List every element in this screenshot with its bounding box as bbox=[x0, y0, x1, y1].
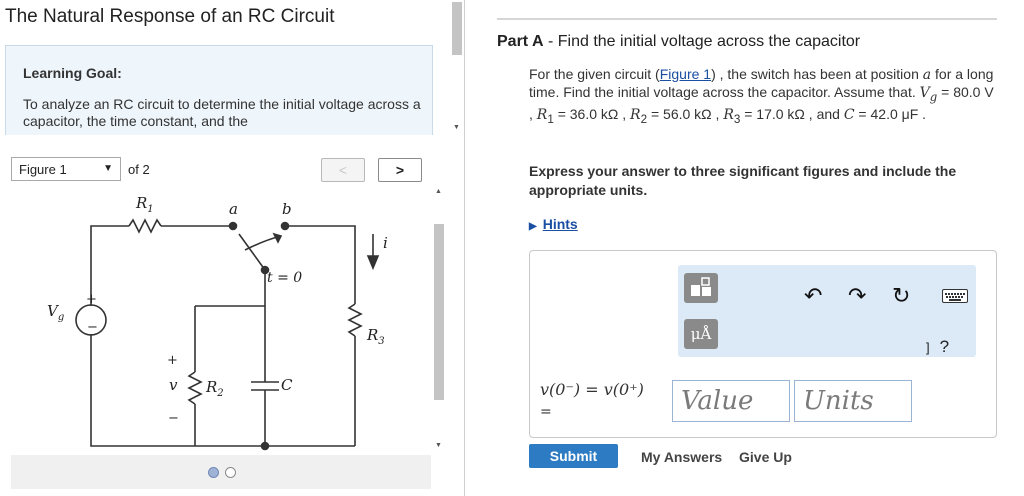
switch-terminal-a bbox=[228, 221, 238, 231]
scroll-up-icon[interactable]: ▲ bbox=[435, 188, 442, 195]
template-button[interactable] bbox=[684, 273, 718, 303]
label-v-plus: + bbox=[167, 353, 178, 368]
label-vg: Vg bbox=[47, 302, 64, 323]
label-vg-plus: + bbox=[86, 292, 97, 307]
answer-equation-label: v(0⁻) = v(0⁺) = bbox=[540, 380, 644, 420]
caret-down-icon: ▼ bbox=[103, 163, 113, 174]
label-c: C bbox=[281, 376, 293, 394]
label-r1: R1 bbox=[135, 194, 154, 215]
label-r3: R3 bbox=[366, 326, 385, 347]
give-up-button[interactable]: Give Up bbox=[739, 449, 792, 465]
section-divider bbox=[497, 18, 997, 20]
figure-pager bbox=[11, 455, 431, 489]
bracket-label: ] bbox=[926, 340, 930, 355]
next-figure-button[interactable]: > bbox=[378, 158, 422, 182]
current-arrow-icon bbox=[366, 255, 380, 271]
learning-goal-title: Learning Goal: bbox=[23, 65, 122, 81]
template-icon bbox=[691, 277, 711, 296]
page-dot-1[interactable] bbox=[208, 467, 219, 478]
hints-toggle[interactable]: ▶ Hints bbox=[529, 216, 578, 232]
undo-icon[interactable]: ↶ bbox=[804, 283, 822, 309]
node-dot bbox=[260, 441, 270, 451]
figure-count: of 2 bbox=[128, 162, 150, 177]
scroll-thumb[interactable] bbox=[434, 224, 444, 400]
help-icon[interactable]: ? bbox=[940, 337, 949, 356]
learning-goal-scrollbar[interactable]: ▼ bbox=[450, 0, 464, 136]
resistor-r3-zigzag bbox=[347, 303, 363, 337]
submit-button[interactable]: Submit bbox=[529, 444, 618, 468]
label-v-minus: − bbox=[168, 411, 179, 426]
label-vg-minus: − bbox=[87, 320, 98, 335]
figure-viewport: R1 a b t = 0 i Vg R3 v R2 C + − + − bbox=[11, 184, 431, 454]
toolbar-extra: ]? bbox=[926, 337, 949, 357]
figure-toolbar: Figure 1 ▼ of 2 < > bbox=[11, 157, 425, 183]
redo-icon[interactable]: ↷ bbox=[848, 283, 866, 309]
answer-instructions: Express your answer to three significant… bbox=[529, 163, 957, 198]
previous-figure-button[interactable]: < bbox=[321, 158, 365, 182]
learning-goal-box: Learning Goal: To analyze an RC circuit … bbox=[5, 45, 433, 135]
resistor-r2-zigzag bbox=[187, 371, 203, 405]
problem-statement: For the given circuit (Figure 1) , the s… bbox=[529, 66, 994, 126]
label-v: v bbox=[169, 376, 178, 394]
label-t0: t = 0 bbox=[267, 270, 302, 286]
answer-box: μÅ ↶ ↷ ↻ ]? v(0⁻) = v(0⁺) = bbox=[529, 250, 997, 438]
scroll-down-icon[interactable]: ▼ bbox=[453, 124, 460, 131]
figure-select-value: Figure 1 bbox=[19, 162, 67, 177]
switch-arm bbox=[238, 233, 266, 271]
label-i: i bbox=[383, 234, 388, 252]
triangle-right-icon: ▶ bbox=[529, 221, 537, 232]
rc-circuit-diagram: R1 a b t = 0 i Vg R3 v R2 C + − + − bbox=[47, 194, 388, 451]
scroll-thumb[interactable] bbox=[452, 2, 462, 55]
page-dot-2[interactable] bbox=[225, 467, 236, 478]
figure-scrollbar[interactable]: ▲ ▼ bbox=[432, 184, 446, 454]
learning-goal-text: To analyze an RC circuit to determine th… bbox=[23, 96, 421, 129]
page-title: The Natural Response of an RC Circuit bbox=[5, 6, 335, 27]
keyboard-icon[interactable] bbox=[942, 289, 968, 303]
label-a: a bbox=[229, 200, 238, 218]
my-answers-button[interactable]: My Answers bbox=[641, 449, 722, 465]
value-input[interactable] bbox=[672, 380, 790, 422]
figure-select[interactable]: Figure 1 ▼ bbox=[11, 157, 121, 181]
reset-icon[interactable]: ↻ bbox=[892, 283, 910, 309]
left-panel: The Natural Response of an RC Circuit Le… bbox=[0, 0, 465, 496]
figure-link[interactable]: Figure 1 bbox=[660, 66, 711, 82]
label-b: b bbox=[282, 200, 292, 218]
resistor-r1-zigzag bbox=[128, 218, 162, 234]
units-input[interactable] bbox=[794, 380, 912, 422]
wire-b-to-r3 bbox=[285, 225, 356, 304]
scroll-down-icon[interactable]: ▼ bbox=[435, 442, 442, 449]
units-button[interactable]: μÅ bbox=[684, 319, 718, 349]
part-title: Part A - Find the initial voltage across… bbox=[497, 33, 861, 50]
label-r2: R2 bbox=[205, 378, 224, 399]
